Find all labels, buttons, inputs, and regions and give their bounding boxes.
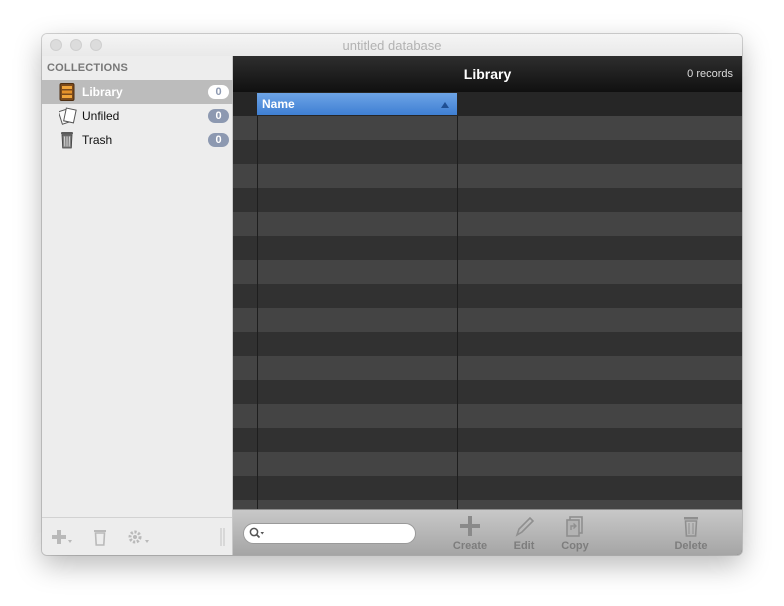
collections-sidebar: COLLECTIONS Library 0 Unfiled 0 Trash 0 (42, 56, 233, 555)
table-row[interactable] (233, 428, 742, 452)
sidebar-item-label: Trash (82, 133, 113, 147)
library-icon (59, 83, 75, 101)
search-input[interactable] (266, 526, 412, 543)
add-collection-icon[interactable] (51, 528, 73, 549)
table-row[interactable] (233, 188, 742, 212)
create-button[interactable]: Create (440, 515, 500, 555)
create-label: Create (452, 540, 488, 552)
table-row[interactable] (233, 284, 742, 308)
sidebar-item-label: Library (82, 85, 123, 99)
sidebar-item-unfiled[interactable]: Unfiled 0 (42, 104, 233, 128)
table-row[interactable] (233, 260, 742, 284)
search-field[interactable] (243, 523, 416, 544)
sidebar-item-trash[interactable]: Trash 0 (42, 128, 233, 152)
column-header-name[interactable]: Name (257, 93, 457, 115)
bottom-toolbar: Create Edit Copy Delete (233, 509, 742, 555)
delete-label: Delete (674, 540, 708, 552)
column-header-label: Name (262, 97, 295, 111)
table-row[interactable] (233, 500, 742, 509)
column-divider (457, 116, 458, 509)
sidebar-item-label: Unfiled (82, 109, 120, 123)
sort-ascending-icon (441, 102, 449, 108)
table-row[interactable] (233, 212, 742, 236)
table-row[interactable] (233, 308, 742, 332)
delete-button[interactable]: Delete (661, 515, 721, 555)
resize-handle-icon[interactable] (219, 528, 227, 549)
window-title: untitled database (342, 38, 442, 53)
count-badge: 0 (208, 133, 229, 147)
table-row[interactable] (233, 164, 742, 188)
table-row[interactable] (233, 476, 742, 500)
collection-title: Library (463, 66, 512, 82)
count-badge: 0 (208, 109, 229, 123)
table-row[interactable] (233, 404, 742, 428)
column-divider (257, 116, 258, 509)
plus-icon (460, 516, 480, 536)
table-row[interactable] (233, 140, 742, 164)
table-row[interactable] (233, 332, 742, 356)
trash-icon (684, 517, 698, 537)
sidebar-item-library[interactable]: Library 0 (42, 80, 233, 104)
pencil-icon (515, 516, 535, 537)
table-row[interactable] (233, 116, 742, 140)
table-row[interactable] (233, 356, 742, 380)
unfiled-icon (57, 107, 77, 125)
table-row[interactable] (233, 380, 742, 404)
collection-header: Library 0 records (233, 56, 742, 92)
table-row[interactable] (233, 236, 742, 260)
title-bar: untitled database (42, 34, 742, 57)
gear-icon[interactable] (126, 528, 150, 549)
table-row[interactable] (233, 452, 742, 476)
main-pane: Library 0 records Name Create Edit Copy … (233, 56, 742, 555)
record-count: 0 records (687, 68, 733, 80)
table-header: Name (233, 92, 742, 117)
delete-collection-icon[interactable] (92, 528, 108, 549)
trash-can-icon (59, 131, 75, 149)
app-window: untitled database COLLECTIONS Library 0 (42, 34, 742, 555)
records-table[interactable]: Name (233, 92, 742, 509)
copy-label: Copy (561, 540, 589, 552)
collections-header: COLLECTIONS (47, 62, 129, 74)
copy-icon (566, 516, 583, 537)
count-badge: 0 (208, 85, 229, 99)
search-icon (249, 527, 264, 539)
sidebar-bottom-bar (42, 517, 232, 555)
copy-button[interactable]: Copy (545, 515, 605, 555)
